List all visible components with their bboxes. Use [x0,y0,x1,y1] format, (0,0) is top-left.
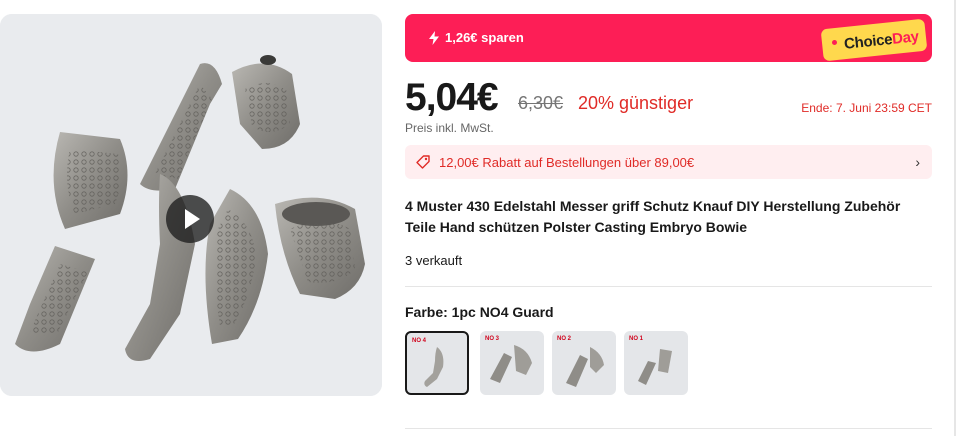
divider [405,286,932,287]
guard-piece-3 [53,132,128,229]
current-price: 5,04€ [405,76,499,119]
tag-icon [416,155,430,169]
swatch-label: NO 3 [485,336,500,342]
product-image[interactable] [0,14,382,396]
coupon-bar[interactable]: 12,00€ Rabatt auf Bestellungen über 89,0… [405,145,932,179]
discount-label: 20% günstiger [578,93,694,113]
badge-hole [832,40,837,45]
color-label: Farbe: 1pc NO4 Guard [405,304,554,320]
savings-label: 1,26€ sparen [445,30,524,45]
play-icon[interactable] [166,195,214,243]
swatch-label: NO 4 [412,338,427,344]
day-word: Day [891,28,920,48]
coupon-text: 12,00€ Rabatt auf Bestellungen über 89,0… [439,155,695,170]
swatch-label: NO 2 [557,336,572,342]
savings-text-group: 1,26€ sparen [429,30,524,45]
sale-end-time: Ende: 7. Juni 23:59 CET [801,101,932,115]
scrollbar[interactable] [954,0,956,436]
product-title: 4 Muster 430 Edelstahl Messer griff Schu… [405,198,901,235]
sold-count: 3 verkauft [405,253,463,268]
original-price: 6,30€ [518,93,564,113]
promo-banner: 1,26€ sparen ChoiceDay [405,14,932,62]
color-option-no1[interactable]: NO 1 [624,331,688,395]
chevron-right-icon: › [915,154,920,170]
swatch-label: NO 1 [629,336,644,342]
color-option-no4[interactable]: NO 4 [405,331,469,395]
price-row: 5,04€ 6,30€ 20% günstiger Ende: 7. Juni … [405,72,932,119]
divider [405,428,932,429]
color-option-no3[interactable]: NO 3 [480,331,544,395]
tax-note: Preis inkl. MwSt. [405,121,494,135]
choice-day-badge: ChoiceDay [818,18,932,62]
lightning-icon [429,30,439,45]
color-option-no2[interactable]: NO 2 [552,331,616,395]
